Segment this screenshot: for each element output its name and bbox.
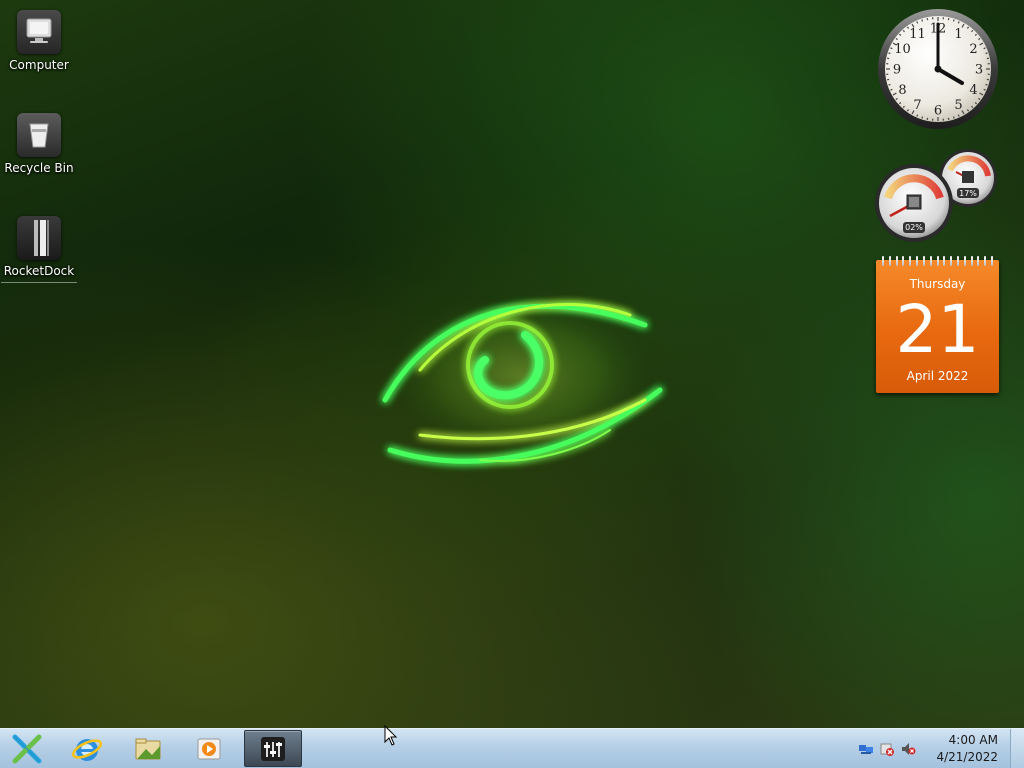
clock-numeral: 5 xyxy=(954,98,962,113)
desktop-icon-label: Recycle Bin xyxy=(4,161,74,175)
calendar-day: 21 xyxy=(895,291,980,368)
mixer-settings-icon xyxy=(261,736,285,761)
wallpaper-eye xyxy=(382,295,663,464)
desktop[interactable]: Computer Recycle Bin RocketDock 1 2 3 4 … xyxy=(0,0,1024,728)
start-button[interactable] xyxy=(0,730,54,767)
clock-numeral: 7 xyxy=(913,98,921,113)
taskbar-internet-explorer[interactable] xyxy=(60,730,114,767)
desktop-icon-computer[interactable]: Computer xyxy=(1,10,77,72)
system-tray: 4:00 AM 4/21/2022 xyxy=(854,729,1024,768)
show-desktop-button[interactable] xyxy=(1010,729,1024,768)
clock-numeral: 3 xyxy=(975,63,983,78)
clock-numeral: 6 xyxy=(934,104,942,119)
clock-numeral: 9 xyxy=(893,63,901,78)
cpu-meter-gadget[interactable]: 17% 02% xyxy=(872,148,1002,244)
clock-numeral: 11 xyxy=(909,27,926,42)
clock-tick xyxy=(888,83,891,86)
calendar-gadget[interactable]: Thursday 21 April 2022 xyxy=(876,256,999,393)
clock-tick xyxy=(888,52,891,55)
taskbar-file-explorer[interactable] xyxy=(121,730,175,767)
taskbar: 4:00 AM 4/21/2022 xyxy=(0,728,1024,768)
clock-tick xyxy=(921,19,924,22)
desktop-icon-label: RocketDock xyxy=(3,264,75,278)
computer-icon xyxy=(17,10,61,54)
taskbar-mixer-settings[interactable] xyxy=(244,730,302,767)
start-x-icon xyxy=(12,734,42,763)
recycle-bin-icon xyxy=(17,113,61,157)
taskbar-clock-date[interactable]: 4/21/2022 xyxy=(918,750,998,764)
calendar-rings xyxy=(882,256,993,266)
clock-tick xyxy=(985,83,988,86)
calendar-weekday: Thursday xyxy=(909,277,966,291)
clock-tick xyxy=(983,88,986,91)
clock-gadget[interactable]: 121234567891011 xyxy=(876,7,1000,131)
taskbar-clock-time[interactable]: 4:00 AM xyxy=(918,733,998,747)
clock-tick xyxy=(952,19,955,22)
desktop-icon-rocketdock[interactable]: RocketDock xyxy=(1,216,77,283)
clock-numeral: 1 xyxy=(954,27,962,42)
clock-tick xyxy=(921,116,924,119)
clock-tick xyxy=(983,47,986,50)
media-player-icon xyxy=(197,738,221,759)
clock-tick xyxy=(890,88,893,91)
taskbar-media-player[interactable] xyxy=(182,730,236,767)
clock-tick xyxy=(916,21,919,24)
clock-tick xyxy=(916,114,919,117)
clock-tick xyxy=(957,21,960,24)
mouse-cursor-icon xyxy=(384,725,398,746)
clock-numeral: 10 xyxy=(894,42,911,57)
clock-tick xyxy=(952,116,955,119)
desktop-icon-label: Computer xyxy=(9,58,69,72)
clock-tick xyxy=(890,47,893,50)
clock-numeral: 2 xyxy=(969,42,977,57)
volume-muted-icon[interactable] xyxy=(900,741,916,757)
ram-percent: 17% xyxy=(959,189,977,198)
clock-tick xyxy=(957,114,960,117)
clock-numeral: 4 xyxy=(969,83,977,98)
calendar-month-year: April 2022 xyxy=(906,369,969,383)
network-icon[interactable] xyxy=(858,741,874,757)
cpu-percent: 02% xyxy=(905,223,923,232)
file-explorer-icon xyxy=(135,738,161,759)
internet-explorer-icon xyxy=(71,738,103,761)
clock-tick xyxy=(985,52,988,55)
rocketdock-icon xyxy=(17,216,61,260)
clock-numeral: 8 xyxy=(898,83,906,98)
desktop-icon-recycle-bin[interactable]: Recycle Bin xyxy=(1,113,77,175)
action-center-icon[interactable] xyxy=(879,741,895,757)
